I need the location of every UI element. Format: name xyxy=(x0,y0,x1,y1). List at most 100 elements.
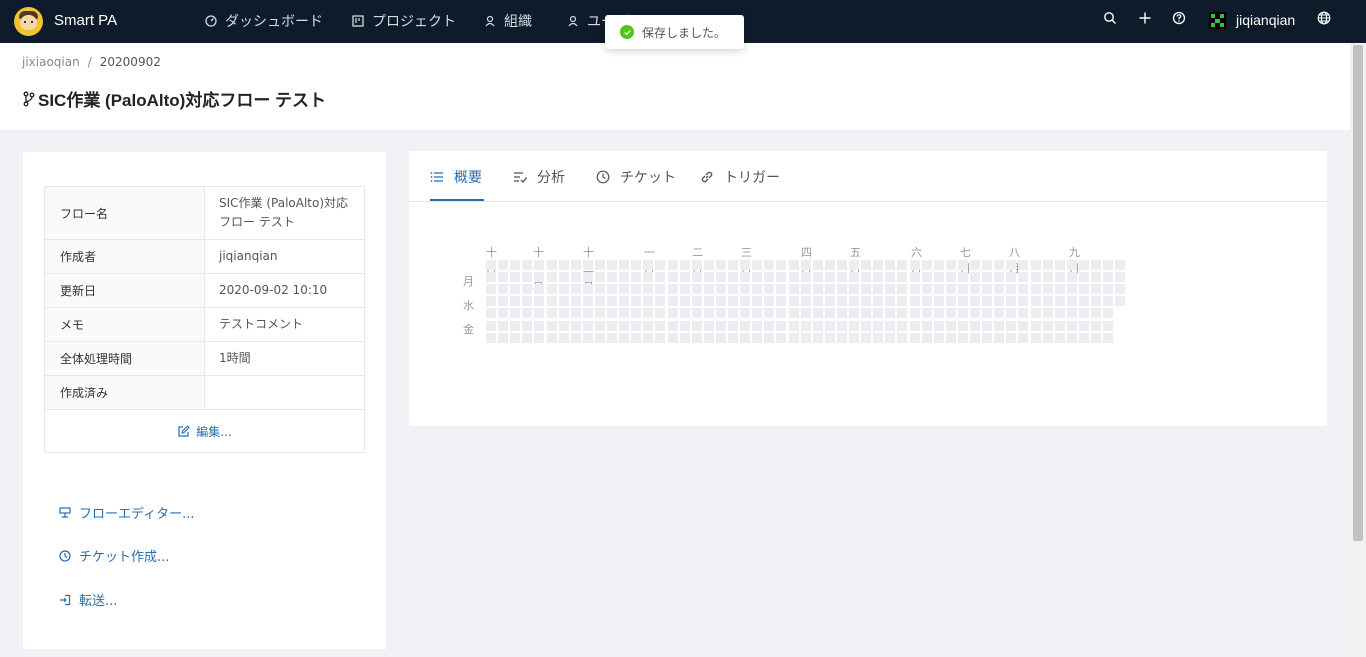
heatmap-cell[interactable] xyxy=(619,296,630,307)
heatmap-cell[interactable] xyxy=(740,308,751,319)
heatmap-cell[interactable] xyxy=(788,332,799,343)
heatmap-cell[interactable] xyxy=(994,320,1005,331)
heatmap-cell[interactable] xyxy=(619,260,630,270)
heatmap-cell[interactable] xyxy=(691,308,702,319)
heatmap-cell[interactable] xyxy=(812,320,823,331)
heatmap-cell[interactable] xyxy=(510,272,521,283)
heatmap-cell[interactable] xyxy=(691,260,702,270)
heatmap-cell[interactable] xyxy=(1006,308,1017,319)
heatmap-cell[interactable] xyxy=(486,296,496,307)
heatmap-cell[interactable] xyxy=(643,332,654,343)
heatmap-cell[interactable] xyxy=(921,260,932,270)
nav-dashboard[interactable]: ダッシュボード xyxy=(205,11,323,31)
heatmap-cell[interactable] xyxy=(885,272,896,283)
heatmap-cell[interactable] xyxy=(1030,284,1041,295)
heatmap-cell[interactable] xyxy=(667,320,678,331)
heatmap-cell[interactable] xyxy=(994,272,1005,283)
heatmap-cell[interactable] xyxy=(594,272,605,283)
heatmap-cell[interactable] xyxy=(486,260,496,270)
heatmap-cell[interactable] xyxy=(1042,320,1053,331)
heatmap-cell[interactable] xyxy=(849,332,859,343)
heatmap-cell[interactable] xyxy=(752,308,763,319)
heatmap-cell[interactable] xyxy=(594,332,605,343)
heatmap-cell[interactable] xyxy=(1115,272,1126,283)
heatmap-cell[interactable] xyxy=(800,308,811,319)
heatmap-cell[interactable] xyxy=(594,308,605,319)
heatmap-cell[interactable] xyxy=(921,296,932,307)
heatmap-cell[interactable] xyxy=(667,272,678,283)
heatmap-cell[interactable] xyxy=(498,296,509,307)
heatmap-cell[interactable] xyxy=(1078,320,1089,331)
heatmap-cell[interactable] xyxy=(594,296,605,307)
heatmap-cell[interactable] xyxy=(691,284,702,295)
heatmap-cell[interactable] xyxy=(1006,284,1017,295)
heatmap-cell[interactable] xyxy=(570,308,581,319)
heatmap-cell[interactable] xyxy=(1054,296,1065,307)
heatmap-cell[interactable] xyxy=(776,260,787,270)
heatmap-cell[interactable] xyxy=(740,320,751,331)
heatmap-cell[interactable] xyxy=(752,296,763,307)
heatmap-cell[interactable] xyxy=(703,284,714,295)
heatmap-cell[interactable] xyxy=(546,308,557,319)
heatmap-cell[interactable] xyxy=(1018,308,1029,319)
heatmap-cell[interactable] xyxy=(582,332,593,343)
heatmap-cell[interactable] xyxy=(594,284,605,295)
heatmap-cell[interactable] xyxy=(522,320,533,331)
heatmap-cell[interactable] xyxy=(1054,260,1065,270)
heatmap-cell[interactable] xyxy=(764,320,775,331)
heatmap-cell[interactable] xyxy=(1078,332,1089,343)
heatmap-cell[interactable] xyxy=(570,320,581,331)
heatmap-cell[interactable] xyxy=(800,260,811,270)
heatmap-cell[interactable] xyxy=(486,320,496,331)
heatmap-cell[interactable] xyxy=(994,284,1005,295)
heatmap-cell[interactable] xyxy=(691,320,702,331)
heatmap-cell[interactable] xyxy=(703,296,714,307)
heatmap-cell[interactable] xyxy=(1030,296,1041,307)
heatmap-cell[interactable] xyxy=(994,296,1005,307)
heatmap-cell[interactable] xyxy=(510,260,521,270)
help-button[interactable] xyxy=(1172,11,1186,25)
heatmap-cell[interactable] xyxy=(667,332,678,343)
heatmap-cell[interactable] xyxy=(909,308,920,319)
heatmap-cell[interactable] xyxy=(994,332,1005,343)
heatmap-cell[interactable] xyxy=(836,284,847,295)
heatmap-cell[interactable] xyxy=(582,284,593,295)
heatmap-cell[interactable] xyxy=(1018,260,1029,270)
heatmap-cell[interactable] xyxy=(752,332,763,343)
heatmap-cell[interactable] xyxy=(486,284,496,295)
heatmap-cell[interactable] xyxy=(679,272,690,283)
heatmap-cell[interactable] xyxy=(1091,332,1101,343)
heatmap-cell[interactable] xyxy=(873,308,884,319)
heatmap-cell[interactable] xyxy=(873,260,884,270)
heatmap-cell[interactable] xyxy=(1066,284,1077,295)
heatmap-cell[interactable] xyxy=(1091,296,1101,307)
heatmap-cell[interactable] xyxy=(1103,320,1114,331)
heatmap-cell[interactable] xyxy=(849,260,859,270)
heatmap-cell[interactable] xyxy=(546,332,557,343)
heatmap-cell[interactable] xyxy=(1054,320,1065,331)
heatmap-cell[interactable] xyxy=(1006,272,1017,283)
heatmap-cell[interactable] xyxy=(486,332,496,343)
heatmap-cell[interactable] xyxy=(631,332,642,343)
heatmap-cell[interactable] xyxy=(836,332,847,343)
heatmap-cell[interactable] xyxy=(764,296,775,307)
heatmap-cell[interactable] xyxy=(1030,320,1041,331)
heatmap-cell[interactable] xyxy=(558,284,569,295)
heatmap-cell[interactable] xyxy=(812,272,823,283)
heatmap-cell[interactable] xyxy=(1078,272,1089,283)
heatmap-cell[interactable] xyxy=(619,320,630,331)
heatmap-cell[interactable] xyxy=(534,320,545,331)
heatmap-cell[interactable] xyxy=(861,260,872,270)
ticket-create-link[interactable]: チケット作成... xyxy=(59,546,169,565)
heatmap-cell[interactable] xyxy=(703,272,714,283)
heatmap-cell[interactable] xyxy=(897,272,908,283)
heatmap-cell[interactable] xyxy=(510,296,521,307)
heatmap-cell[interactable] xyxy=(909,272,920,283)
heatmap-cell[interactable] xyxy=(776,284,787,295)
heatmap-cell[interactable] xyxy=(764,260,775,270)
heatmap-cell[interactable] xyxy=(498,308,509,319)
heatmap-cell[interactable] xyxy=(715,284,726,295)
heatmap-cell[interactable] xyxy=(728,320,738,331)
heatmap-cell[interactable] xyxy=(546,260,557,270)
add-button[interactable] xyxy=(1138,11,1152,25)
